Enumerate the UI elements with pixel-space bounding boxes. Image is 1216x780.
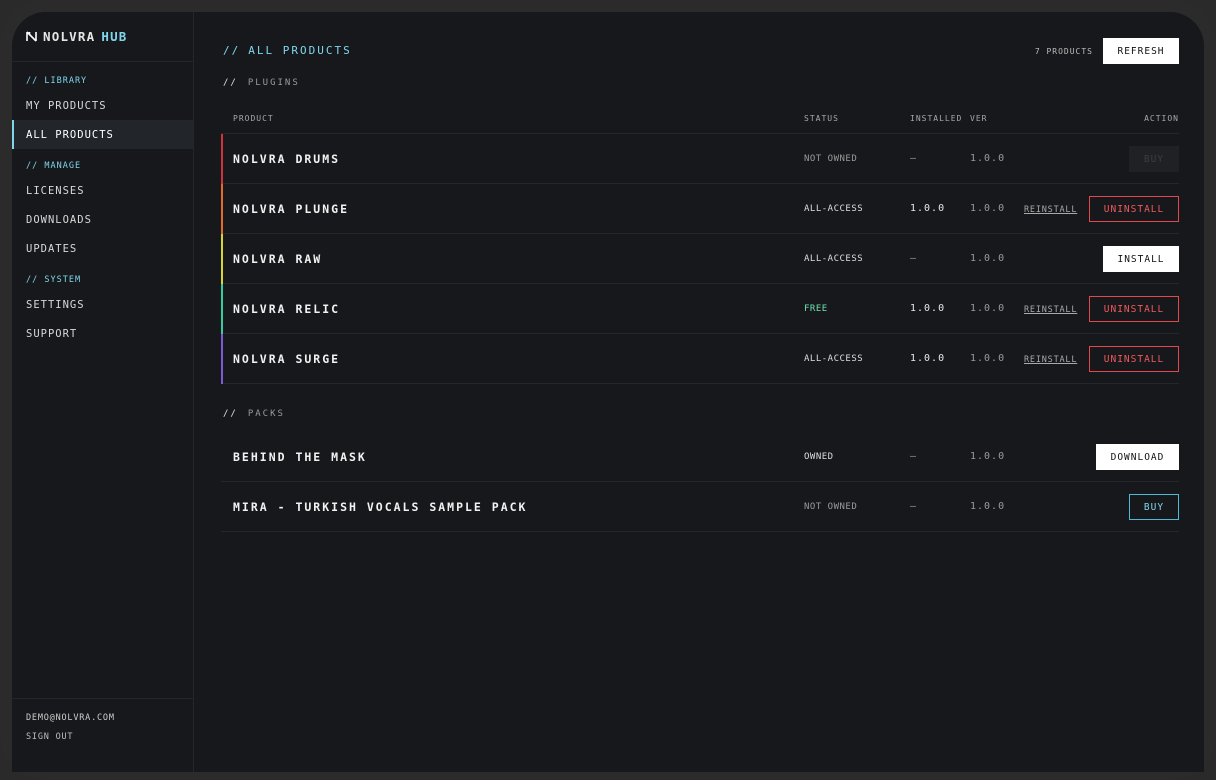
main-content: // ALL PRODUCTS 7 PRODUCTS REFRESH // PLUG… bbox=[221, 12, 1179, 772]
table-header: PRODUCT STATUS INSTALLED VER ACTION bbox=[221, 114, 1179, 132]
product-name: NOLVRA PLUNGE bbox=[233, 202, 350, 216]
status-badge: ALL-ACCESS bbox=[804, 354, 864, 364]
col-ver: VER bbox=[970, 114, 988, 123]
accent-bar bbox=[221, 134, 223, 184]
sidebar: NOLVRA HUB // LIBRARY MY PRODUCTS ALL PR… bbox=[12, 12, 194, 772]
title-slashes: // bbox=[223, 44, 241, 57]
status-badge: ALL-ACCESS bbox=[804, 254, 864, 264]
table-row: MIRA - TURKISH VOCALS SAMPLE PACK NOT OW… bbox=[221, 482, 1179, 532]
nav-section-system: // SYSTEM bbox=[26, 275, 82, 285]
nav-section-library: // LIBRARY bbox=[26, 76, 88, 86]
version: 1.0.0 bbox=[970, 501, 1006, 512]
page-header: // ALL PRODUCTS 7 PRODUCTS REFRESH bbox=[221, 38, 1179, 64]
app-window: NOLVRA HUB // LIBRARY MY PRODUCTS ALL PR… bbox=[12, 12, 1204, 772]
col-product: PRODUCT bbox=[233, 114, 274, 123]
col-installed: INSTALLED bbox=[910, 114, 963, 123]
table-row: NOLVRA DRUMS NOT OWNED — 1.0.0 BUY bbox=[221, 134, 1179, 184]
installed-version: — bbox=[910, 253, 918, 264]
product-name: BEHIND THE MASK bbox=[233, 450, 367, 464]
reinstall-link[interactable]: REINSTALL bbox=[1024, 305, 1077, 315]
section-plugins-label: // PLUGINS bbox=[223, 78, 300, 88]
table-row: NOLVRA RAW ALL-ACCESS — 1.0.0 INSTALL bbox=[221, 234, 1179, 284]
buy-button: BUY bbox=[1129, 146, 1179, 172]
title-text: ALL PRODUCTS bbox=[248, 44, 352, 57]
table-row: NOLVRA SURGE ALL-ACCESS 1.0.0 1.0.0 REIN… bbox=[221, 334, 1179, 384]
device-frame: NOLVRA HUB // LIBRARY MY PRODUCTS ALL PR… bbox=[0, 0, 1216, 780]
user-email: DEMO@NOLVRA.COM bbox=[26, 713, 115, 723]
accent-bar bbox=[221, 184, 223, 234]
installed-version: 1.0.0 bbox=[910, 303, 946, 314]
nolvra-logo-icon bbox=[26, 31, 37, 42]
product-name: NOLVRA DRUMS bbox=[233, 152, 341, 166]
uninstall-button[interactable]: UNINSTALL bbox=[1089, 196, 1179, 222]
section-packs-label: // PACKS bbox=[223, 409, 285, 419]
product-name: NOLVRA RELIC bbox=[233, 302, 341, 316]
sidebar-item-settings[interactable]: SETTINGS bbox=[12, 290, 193, 319]
brand-name: NOLVRA bbox=[43, 29, 96, 44]
accent-bar bbox=[221, 334, 223, 384]
version: 1.0.0 bbox=[970, 353, 1006, 364]
sidebar-item-updates[interactable]: UPDATES bbox=[12, 234, 193, 263]
uninstall-button[interactable]: UNINSTALL bbox=[1089, 346, 1179, 372]
col-status: STATUS bbox=[804, 114, 839, 123]
download-button[interactable]: DOWNLOAD bbox=[1096, 444, 1179, 470]
packs-label-text: PACKS bbox=[247, 409, 285, 419]
installed-version: 1.0.0 bbox=[910, 353, 946, 364]
refresh-button[interactable]: REFRESH bbox=[1103, 38, 1179, 64]
product-name: NOLVRA SURGE bbox=[233, 352, 341, 366]
plugins-label-text: PLUGINS bbox=[247, 78, 300, 88]
reinstall-link[interactable]: REINSTALL bbox=[1024, 205, 1077, 215]
installed-version: 1.0.0 bbox=[910, 203, 946, 214]
table-row: NOLVRA PLUNGE ALL-ACCESS 1.0.0 1.0.0 REI… bbox=[221, 184, 1179, 234]
status-badge: ALL-ACCESS bbox=[804, 204, 864, 214]
sidebar-item-my-products[interactable]: MY PRODUCTS bbox=[12, 91, 193, 120]
status-badge: FREE bbox=[804, 304, 828, 314]
plugins-slashes: // bbox=[223, 78, 238, 88]
uninstall-button[interactable]: UNINSTALL bbox=[1089, 296, 1179, 322]
sign-out-link[interactable]: SIGN OUT bbox=[26, 732, 193, 742]
product-name: MIRA - TURKISH VOCALS SAMPLE PACK bbox=[233, 500, 528, 514]
installed-version: — bbox=[910, 501, 918, 512]
status-badge: OWNED bbox=[804, 452, 834, 462]
status-badge: NOT OWNED bbox=[804, 502, 858, 512]
packs-slashes: // bbox=[223, 409, 238, 419]
sidebar-item-licenses[interactable]: LICENSES bbox=[12, 176, 193, 205]
version: 1.0.0 bbox=[970, 203, 1006, 214]
sidebar-item-all-products[interactable]: ALL PRODUCTS bbox=[12, 120, 193, 149]
status-badge: NOT OWNED bbox=[804, 154, 858, 164]
accent-bar bbox=[221, 284, 223, 334]
version: 1.0.0 bbox=[970, 303, 1006, 314]
page-title: // ALL PRODUCTS bbox=[223, 44, 352, 57]
version: 1.0.0 bbox=[970, 451, 1006, 462]
install-button[interactable]: INSTALL bbox=[1103, 246, 1179, 272]
sidebar-item-support[interactable]: SUPPORT bbox=[12, 319, 193, 348]
accent-bar bbox=[221, 234, 223, 284]
installed-version: — bbox=[910, 153, 918, 164]
col-action: ACTION bbox=[1144, 114, 1179, 123]
brand-suffix: HUB bbox=[101, 29, 128, 44]
nav-section-manage: // MANAGE bbox=[26, 161, 82, 171]
sidebar-footer: DEMO@NOLVRA.COM SIGN OUT bbox=[12, 698, 193, 772]
reinstall-link[interactable]: REINSTALL bbox=[1024, 355, 1077, 365]
sidebar-item-downloads[interactable]: DOWNLOADS bbox=[12, 205, 193, 234]
version: 1.0.0 bbox=[970, 153, 1006, 164]
table-row: BEHIND THE MASK OWNED — 1.0.0 DOWNLOAD bbox=[221, 432, 1179, 482]
product-count: 7 PRODUCTS bbox=[1034, 47, 1093, 56]
installed-version: — bbox=[910, 451, 918, 462]
version: 1.0.0 bbox=[970, 253, 1006, 264]
table-row: NOLVRA RELIC FREE 1.0.0 1.0.0 REINSTALL … bbox=[221, 284, 1179, 334]
product-name: NOLVRA RAW bbox=[233, 252, 323, 266]
buy-button[interactable]: BUY bbox=[1129, 494, 1179, 520]
brand: NOLVRA HUB bbox=[12, 12, 193, 62]
